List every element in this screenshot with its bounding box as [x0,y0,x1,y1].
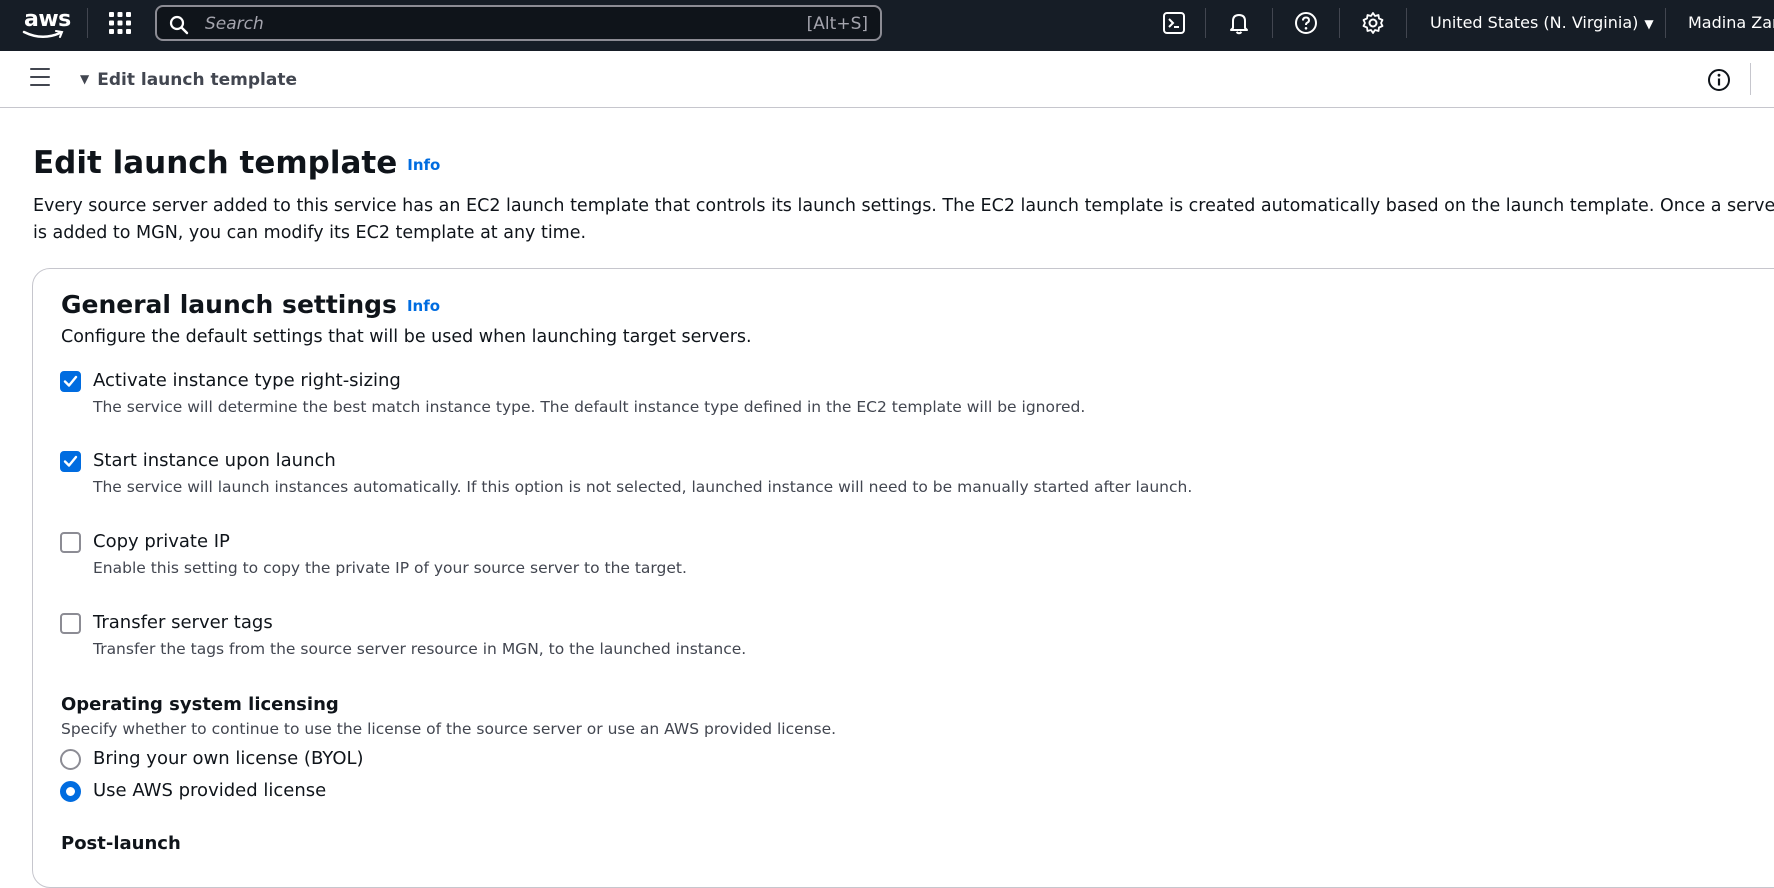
help-icon[interactable] [1294,11,1318,35]
transfer-tags-checkbox[interactable] [60,613,81,634]
section-title: General launch settings Info [61,290,440,319]
licensing-title: Operating system licensing [61,694,339,715]
nav-divider [1665,8,1666,38]
region-selector[interactable]: United States (N. Virginia) ▼ [1430,13,1654,32]
search-shortcut: [Alt+S] [806,14,868,34]
check-icon [63,375,78,387]
nav-divider [1339,8,1340,38]
byol-radio[interactable] [60,749,81,770]
aws-smile-icon [22,30,64,38]
copy-private-ip-description: Enable this setting to copy the private … [93,559,687,577]
section-description: Configure the default settings that will… [61,327,752,347]
user-name: Madina Zari [1688,13,1774,32]
search-icon [169,15,189,35]
top-navigation-bar: aws Search [Alt+S] United States (N. Vir… [0,0,1774,51]
post-launch-heading: Post-launch [61,833,181,854]
page-title: Edit launch template Info [33,145,440,181]
page-description: Every source server added to this servic… [33,196,1774,243]
section-title-text: General launch settings [61,290,397,319]
copy-private-ip-checkbox[interactable] [60,532,81,553]
user-menu[interactable]: Madina Zari [1688,13,1774,32]
transfer-tags-description: Transfer the tags from the source server… [93,640,747,658]
hamburger-menu-icon[interactable] [30,68,52,88]
cloudshell-icon[interactable] [1162,11,1186,35]
page-title-text: Edit launch template [33,145,398,181]
bell-icon[interactable] [1227,11,1251,35]
byol-label[interactable]: Bring your own license (BYOL) [93,748,364,769]
search-placeholder: Search [205,14,264,34]
start-instance-label[interactable]: Start instance upon launch [93,450,336,471]
breadcrumb-label: Edit launch template [97,70,297,90]
nav-divider [1750,63,1751,95]
breadcrumb-bar: ▼ Edit launch template [0,51,1774,108]
licensing-description: Specify whether to continue to use the l… [61,720,837,738]
right-sizing-checkbox[interactable] [60,371,81,392]
nav-divider [1205,8,1206,38]
nav-divider [1272,8,1273,38]
page-info-link[interactable]: Info [407,156,440,174]
copy-private-ip-label[interactable]: Copy private IP [93,531,230,552]
breadcrumb[interactable]: ▼ Edit launch template [80,70,297,90]
apps-grid-icon[interactable] [108,11,132,35]
right-sizing-label[interactable]: Activate instance type right-sizing [93,370,401,391]
gear-icon[interactable] [1361,11,1385,35]
caret-down-icon: ▼ [1644,17,1654,31]
caret-down-icon: ▼ [80,72,90,86]
start-instance-description: The service will launch instances automa… [93,478,1193,496]
aws-logo[interactable]: aws [22,7,71,41]
start-instance-checkbox[interactable] [60,451,81,472]
right-sizing-description: The service will determine the best matc… [93,398,1086,416]
transfer-tags-label[interactable]: Transfer server tags [93,612,273,633]
aws-license-label[interactable]: Use AWS provided license [93,780,326,801]
region-label: United States (N. Virginia) [1430,13,1639,32]
section-info-link[interactable]: Info [407,297,440,315]
nav-divider [1406,8,1407,38]
check-icon [63,455,78,467]
aws-license-radio[interactable] [60,781,81,802]
nav-divider [87,8,88,38]
info-panel-icon[interactable] [1707,68,1731,96]
aws-logo-text: aws [24,7,71,32]
search-input[interactable]: Search [Alt+S] [155,5,882,41]
